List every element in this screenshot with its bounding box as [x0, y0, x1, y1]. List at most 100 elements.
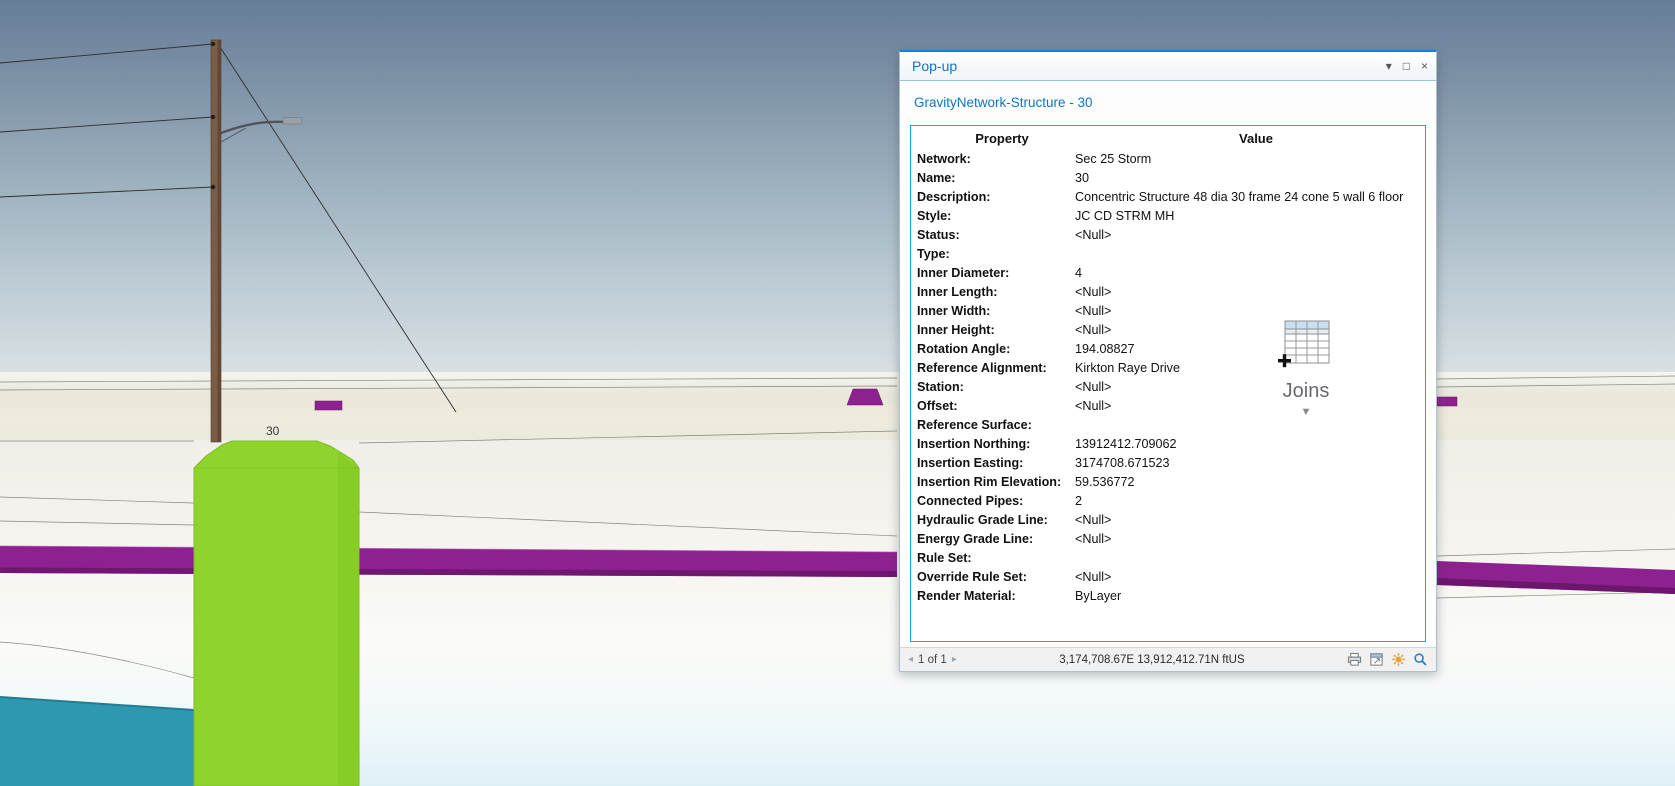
insulator-icon — [210, 114, 216, 120]
property-cell: Network: — [917, 152, 971, 166]
attribute-row: Reference Alignment: Kirkton Raye Drive — [911, 359, 1425, 378]
property-cell: Station: — [917, 380, 964, 394]
pager-text: 1 of 1 — [918, 653, 947, 666]
property-cell: Rotation Angle: — [917, 342, 1011, 356]
attribute-row: Station: <Null> — [911, 378, 1425, 397]
value-cell: <Null> — [1075, 228, 1112, 242]
power-lines — [0, 43, 457, 413]
property-cell: Hydraulic Grade Line: — [917, 513, 1048, 527]
property-cell: Inner Width: — [917, 304, 991, 318]
attribute-row: Override Rule Set: <Null> — [911, 568, 1425, 587]
value-header: Value — [1239, 131, 1273, 146]
close-icon[interactable]: × — [1421, 60, 1428, 72]
statusbar-tools — [1347, 652, 1428, 667]
property-cell: Reference Alignment: — [917, 361, 1047, 375]
guy-wire — [219, 46, 457, 413]
property-cell: Insertion Northing: — [917, 437, 1031, 451]
property-cell: Description: — [917, 190, 991, 204]
window-menu-icon[interactable]: ▾ — [1386, 60, 1392, 72]
value-cell: 59.536772 — [1075, 475, 1135, 489]
popup-title: Pop-up — [912, 58, 958, 74]
structure-id-label: 30 — [266, 424, 280, 438]
attribute-row: Name: 30 — [911, 169, 1425, 188]
property-header: Property — [975, 131, 1029, 146]
property-cell: Type: — [917, 247, 950, 261]
value-cell: <Null> — [1075, 513, 1112, 527]
insulator-icon — [210, 184, 216, 190]
attribute-row: Rotation Angle: 194.08827 — [911, 340, 1425, 359]
utility-pole[interactable] — [210, 39, 222, 443]
value-cell: <Null> — [1075, 285, 1112, 299]
attribute-table: Property Value Network: Sec 25 Storm Nam… — [910, 125, 1426, 642]
application-window: 30 Pop-up ▾ □ × GravityNetwork-Structure… — [0, 0, 1675, 786]
attribute-row: Insertion Rim Elevation: 59.536772 — [911, 473, 1425, 492]
value-cell: <Null> — [1075, 323, 1112, 337]
attribute-table-header: Property Value — [911, 129, 1425, 150]
value-cell: 13912412.709062 — [1075, 437, 1177, 451]
attribute-row: Render Material: ByLayer — [911, 587, 1425, 606]
attribute-row: Inner Height: <Null> — [911, 321, 1425, 340]
value-cell: Sec 25 Storm — [1075, 152, 1152, 166]
property-cell: Name: — [917, 171, 956, 185]
value-cell: <Null> — [1075, 532, 1112, 546]
property-cell: Inner Length: — [917, 285, 998, 299]
value-cell: <Null> — [1075, 399, 1112, 413]
attribute-row: Status: <Null> — [911, 226, 1425, 245]
dock-panel-icon[interactable] — [1369, 652, 1384, 667]
print-icon[interactable] — [1347, 652, 1362, 667]
attribute-row: Inner Length: <Null> — [911, 283, 1425, 302]
value-cell: ByLayer — [1075, 589, 1122, 603]
property-cell: Rule Set: — [917, 551, 972, 565]
coordinates-readout: 3,174,708.67E 13,912,412.71N ftUS — [1059, 653, 1245, 666]
property-cell: Inner Diameter: — [917, 266, 1010, 280]
property-cell: Insertion Rim Elevation: — [917, 475, 1062, 489]
property-cell: Connected Pipes: — [917, 494, 1024, 508]
feature-link[interactable]: GravityNetwork-Structure - 30 — [914, 95, 1093, 110]
record-pager: ◂ 1 of 1 ▸ — [908, 654, 957, 666]
value-cell: JC CD STRM MH — [1075, 209, 1175, 223]
value-cell: 3174708.671523 — [1075, 456, 1170, 470]
zoom-to-icon[interactable] — [1413, 652, 1428, 667]
storm-pipe-right[interactable] — [1437, 561, 1675, 594]
attribute-row: Style: JC CD STRM MH — [911, 207, 1425, 226]
water-channel[interactable] — [0, 696, 195, 786]
attribute-row: Offset: <Null> — [911, 397, 1425, 416]
attribute-row: Hydraulic Grade Line: <Null> — [911, 511, 1425, 530]
auto-open-gear-icon[interactable] — [1391, 652, 1406, 667]
property-cell: Render Material: — [917, 589, 1016, 603]
maximize-icon[interactable]: □ — [1403, 60, 1410, 72]
property-cell: Style: — [917, 209, 952, 223]
popup-table-rows: Network: Sec 25 Storm Name: 30 Descripti… — [911, 150, 1425, 606]
attribute-row: Description: Concentric Structure 48 dia… — [911, 188, 1425, 207]
property-cell: Status: — [917, 228, 960, 242]
attribute-row: Reference Surface: — [911, 416, 1425, 435]
value-cell: 194.08827 — [1075, 342, 1135, 356]
attribute-row: Energy Grade Line: <Null> — [911, 530, 1425, 549]
property-cell: Energy Grade Line: — [917, 532, 1034, 546]
property-cell: Reference Surface: — [917, 418, 1032, 432]
previous-record-icon[interactable]: ◂ — [908, 654, 913, 665]
value-cell: Kirkton Raye Drive — [1075, 361, 1180, 375]
storm-pipe-left[interactable] — [0, 545, 898, 577]
popup-statusbar: ◂ 1 of 1 ▸ 3,174,708.67E 13,912,412.71N … — [900, 647, 1436, 671]
manhole-structure-30[interactable] — [193, 440, 360, 786]
attribute-row: Insertion Northing: 13912412.709062 — [911, 435, 1425, 454]
property-cell: Override Rule Set: — [917, 570, 1027, 584]
attribute-row: Rule Set: — [911, 549, 1425, 568]
value-cell: 30 — [1075, 171, 1090, 185]
popup-titlebar[interactable]: Pop-up ▾ □ × — [900, 52, 1436, 81]
property-cell: Offset: — [917, 399, 958, 413]
value-cell: <Null> — [1075, 380, 1112, 394]
popup-feature-header: GravityNetwork-Structure - 30 — [900, 81, 1436, 123]
insulator-icon — [210, 41, 216, 47]
popup-window: Pop-up ▾ □ × GravityNetwork-Structure - … — [899, 50, 1437, 672]
attribute-row: Inner Width: <Null> — [911, 302, 1425, 321]
street-light[interactable] — [220, 117, 303, 143]
value-cell: Concentric Structure 48 dia 30 frame 24 … — [1075, 190, 1404, 204]
attribute-row: Inner Diameter: 4 — [911, 264, 1425, 283]
property-cell: Insertion Easting: — [917, 456, 1024, 470]
attribute-row: Insertion Easting: 3174708.671523 — [911, 454, 1425, 473]
property-cell: Inner Height: — [917, 323, 995, 337]
value-cell: <Null> — [1075, 570, 1112, 584]
value-cell: <Null> — [1075, 304, 1112, 318]
